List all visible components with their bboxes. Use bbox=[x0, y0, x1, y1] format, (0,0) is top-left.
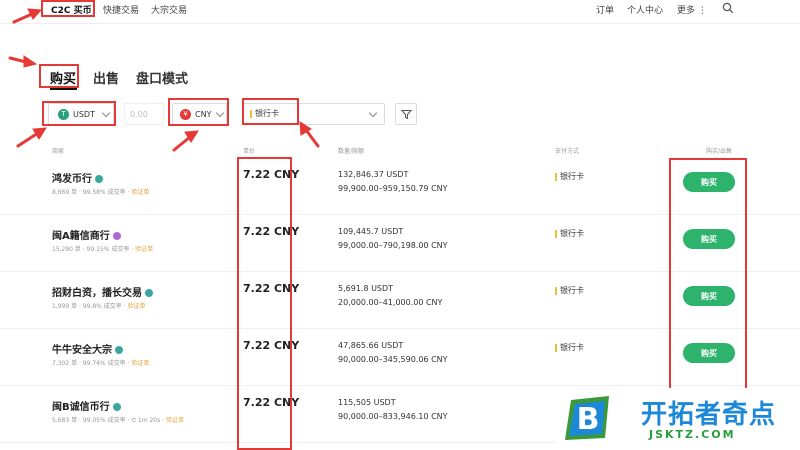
order-limit: 90,000.00–345,590.06 CNY bbox=[338, 355, 448, 364]
payment-method: 银行卡 bbox=[555, 287, 584, 295]
merchant-stats-text: 15,290 单 · 99.15% 成交率 · bbox=[52, 246, 136, 253]
merchant-stats-text: 8,669 单 · 99.58% 成交率 · bbox=[52, 189, 132, 196]
merchant-name-text: 招财白资，播长交易 bbox=[52, 288, 142, 299]
merchant-stats-text: 7,302 单 · 99.74% 成交率 · bbox=[52, 360, 132, 367]
verified-badge-icon bbox=[145, 289, 153, 297]
merchant-stats-text: 1,999 单 · 99.8% 成交率 · bbox=[52, 303, 128, 310]
merchant-stats: 8,669 单 · 99.58% 成交率 · 验证单 bbox=[52, 187, 149, 196]
order-limit: 99,900.00–959,150.79 CNY bbox=[338, 184, 448, 193]
verified-tag: 验证单 bbox=[131, 189, 150, 196]
merchant-name[interactable]: 牛牛安全大宗 bbox=[52, 341, 123, 356]
verified-badge-icon bbox=[95, 175, 103, 183]
verified-tag: 验证单 bbox=[135, 246, 154, 253]
available-quantity: 109,445.7 USDT bbox=[338, 227, 404, 236]
verified-badge-icon bbox=[112, 403, 121, 411]
watermark-logo: B 开拓者奇点 JSKTZ.COM bbox=[555, 388, 800, 450]
logo-url: JSKTZ.COM bbox=[649, 428, 736, 441]
merchant-stats: 15,290 单 · 99.15% 成交率 · 验证单 bbox=[52, 244, 153, 253]
merchant-name-text: 牛牛安全大宗 bbox=[52, 345, 112, 356]
merchant-name[interactable]: 鸿发币行 bbox=[52, 170, 103, 185]
available-quantity: 47,865.66 USDT bbox=[338, 341, 404, 350]
merchant-name-text: 鸿发币行 bbox=[52, 174, 92, 185]
payment-method: 银行卡 bbox=[555, 344, 584, 352]
available-quantity: 132,846.37 USDT bbox=[338, 170, 409, 179]
svg-text:B: B bbox=[577, 402, 600, 437]
available-quantity: 115,505 USDT bbox=[338, 398, 396, 407]
available-quantity: 5,691.8 USDT bbox=[338, 284, 394, 293]
merchant-stats-text: 5,683 单 · 99.05% 成交率 · ⏱ 1m 20s · bbox=[52, 417, 166, 424]
order-limit: 20,000.00–41,000.00 CNY bbox=[338, 298, 443, 307]
verified-tag: 验证单 bbox=[131, 360, 150, 367]
order-limit: 99,000.00–790,198.00 CNY bbox=[338, 241, 448, 250]
merchant-name-text: 闽A籍信商行 bbox=[52, 231, 110, 242]
order-limit: 90,000.00–833,946.10 CNY bbox=[338, 412, 448, 421]
payment-method: 银行卡 bbox=[555, 173, 584, 181]
annotation-arrows bbox=[8, 8, 320, 152]
verified-tag: 验证单 bbox=[165, 417, 184, 424]
logo-title: 开拓者奇点 bbox=[641, 400, 777, 430]
annotation-box bbox=[237, 157, 292, 450]
verified-badge-icon bbox=[115, 346, 123, 354]
merchant-name-text: 闽B诚信币行 bbox=[52, 402, 110, 413]
verified-tag: 验证单 bbox=[127, 303, 146, 310]
merchant-stats: 1,999 单 · 99.8% 成交率 · 验证单 bbox=[52, 301, 146, 310]
payment-method: 银行卡 bbox=[555, 230, 584, 238]
logo-mark-icon: B bbox=[565, 396, 609, 440]
merchant-stats: 5,683 单 · 99.05% 成交率 · ⏱ 1m 20s · 验证单 bbox=[52, 415, 184, 425]
verified-badge-icon bbox=[112, 232, 121, 240]
merchant-name[interactable]: 闽B诚信币行 bbox=[52, 398, 121, 413]
merchant-name[interactable]: 闽A籍信商行 bbox=[52, 227, 121, 242]
merchant-stats: 7,302 单 · 99.74% 成交率 · 验证单 bbox=[52, 358, 149, 367]
merchant-name[interactable]: 招财白资，播长交易 bbox=[52, 284, 153, 299]
